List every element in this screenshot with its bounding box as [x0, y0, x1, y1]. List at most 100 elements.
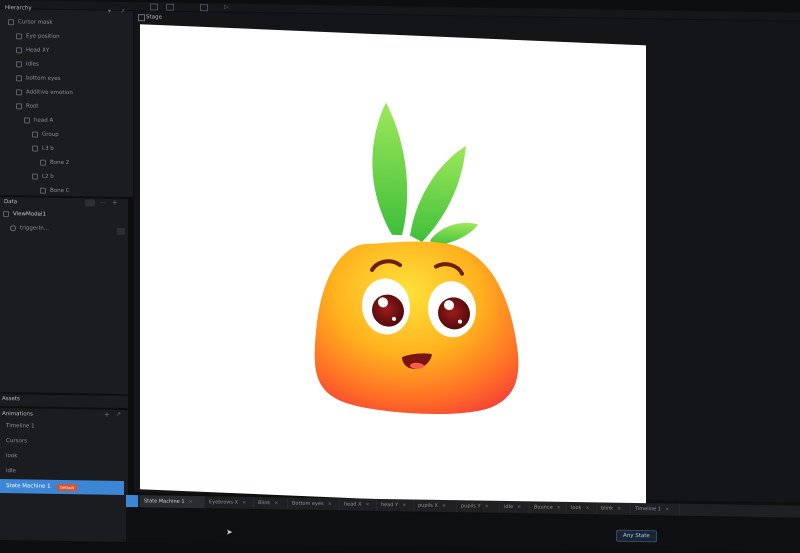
timeline-tab-label: head Y [381, 501, 399, 509]
pen-tool-icon[interactable] [166, 3, 174, 11]
character-artwork[interactable] [140, 24, 646, 510]
hierarchy-item-label: Eye position [26, 33, 60, 40]
animations-list: Timeline 1 Cursors look idle State Machine 1… [0, 419, 128, 511]
timeline-tab[interactable]: head X × [340, 498, 377, 511]
trigger-icon [10, 225, 16, 232]
animation-item-label: Cursors [6, 438, 27, 445]
body [314, 241, 519, 415]
close-icon[interactable]: × [585, 505, 589, 511]
hierarchy-item[interactable]: Group [32, 128, 59, 142]
expand-icon[interactable]: ↗ [120, 8, 125, 15]
property-label: triggerIn... [20, 225, 49, 232]
node-icon [40, 187, 46, 194]
timeline-tab-label: Timeline 1 [635, 505, 662, 513]
hierarchy-item[interactable]: Bone 2 [40, 156, 69, 170]
hierarchy-item[interactable]: Root [16, 99, 38, 113]
hierarchy-tree: Cursor mask Eye position Head XY Idles botto… [0, 15, 133, 197]
timeline-tab[interactable]: blink × [597, 502, 631, 515]
data-title: Data [4, 199, 18, 206]
hierarchy-item-label: Root [26, 103, 39, 110]
timeline-tab[interactable]: pupils Y × [457, 500, 500, 513]
close-icon[interactable]: × [617, 506, 621, 512]
assets-panel: Assets [0, 394, 128, 409]
property-value-box[interactable] [117, 227, 125, 235]
close-icon[interactable]: × [485, 504, 489, 510]
timeline-tab[interactable]: Eyebrows X × [205, 496, 254, 509]
viewmodel-label: ViewModel1 [13, 211, 47, 218]
timeline-tab-label: pupils X [418, 502, 438, 509]
collapse-icon[interactable]: ▾ [108, 8, 111, 15]
hierarchy-item[interactable]: Cursor mask [8, 15, 53, 30]
close-icon[interactable]: × [328, 501, 332, 507]
timeline-tab[interactable]: head Y × [377, 498, 414, 512]
any-state-node[interactable]: Any State [616, 529, 657, 543]
close-icon[interactable]: × [517, 504, 521, 510]
timeline-tab-label: Eyebrows X [209, 499, 239, 506]
node-icon [16, 89, 22, 96]
close-icon[interactable]: × [402, 502, 406, 508]
timeline-tab[interactable]: pupils X × [414, 499, 457, 513]
timeline-mode-icon[interactable] [126, 494, 138, 508]
data-options-icon[interactable]: ⋯ [100, 200, 106, 207]
timeline-tab[interactable]: State Machine 1 × [140, 495, 205, 509]
hierarchy-item-label: bottom eyes [26, 75, 61, 82]
timeline-tab-label: Bounce [534, 504, 553, 511]
hierarchy-item-label: Group [42, 131, 59, 138]
timeline-tab-label: pupils Y [461, 503, 481, 510]
hierarchy-item[interactable]: Additive emotion [16, 85, 73, 100]
timeline-tab-label: head X [344, 501, 362, 508]
shape-tool-icon[interactable] [200, 4, 208, 12]
hierarchy-item[interactable]: bottom eyes [16, 71, 61, 86]
close-icon[interactable]: × [242, 500, 246, 506]
hierarchy-item[interactable]: Head XY [16, 43, 49, 58]
play-icon[interactable]: ▷ [224, 4, 229, 11]
mouse-cursor-icon: ➤ [226, 527, 233, 537]
viewmodel-row[interactable]: ViewModel1 [3, 207, 46, 222]
node-icon [24, 117, 30, 124]
hierarchy-item-label: head A [34, 117, 54, 124]
timeline-tab[interactable]: idle × [500, 500, 530, 514]
timeline-tab[interactable]: Timeline 1 × [631, 502, 680, 516]
animation-item-label: Timeline 1 [6, 423, 35, 430]
data-panel: Data ⋯ + ViewModel1 triggerIn... [0, 197, 128, 395]
data-tab-button[interactable] [85, 199, 95, 207]
timeline-tab[interactable]: look × [567, 501, 597, 515]
hierarchy-item[interactable]: Eye position [16, 29, 60, 44]
data-add-icon[interactable]: + [112, 199, 118, 207]
animation-item-label: look [6, 453, 18, 460]
hierarchy-item[interactable]: head A [24, 113, 53, 127]
select-tool-icon[interactable] [150, 3, 158, 11]
artboard[interactable] [140, 24, 646, 511]
close-icon[interactable]: × [665, 506, 669, 512]
animations-title: Animations [2, 411, 33, 418]
close-icon[interactable]: × [557, 505, 561, 511]
timeline-tab-label: Bottom eyes [292, 500, 324, 508]
timeline-tab[interactable]: Bottom eyes × [288, 497, 340, 511]
stage-title: Stage [146, 14, 162, 21]
animation-item[interactable]: Timeline 1 [0, 419, 124, 435]
assets-title: Assets [2, 396, 20, 403]
leaf-left [372, 102, 408, 236]
animation-item[interactable]: look [0, 449, 124, 465]
node-icon [16, 47, 22, 54]
property-row[interactable]: triggerIn... [10, 221, 49, 236]
stage-panel: Stage [134, 11, 800, 511]
timeline-tab[interactable]: Blink × [254, 496, 288, 510]
node-icon [16, 61, 22, 68]
close-icon[interactable]: × [189, 499, 193, 505]
animations-add-icon[interactable]: + [104, 411, 110, 419]
timeline-tab-label: idle [504, 503, 514, 511]
animation-item[interactable]: Cursors [0, 434, 124, 450]
animation-item[interactable]: idle [0, 464, 124, 480]
close-icon[interactable]: × [442, 503, 446, 509]
animations-expand-icon[interactable]: ↗ [116, 411, 121, 418]
close-icon[interactable]: × [274, 500, 278, 506]
hierarchy-item[interactable]: L2 b [32, 170, 54, 184]
animation-item[interactable]: State Machine 1 Default [0, 479, 124, 495]
hierarchy-item[interactable]: Bone C [40, 184, 70, 198]
node-icon [8, 19, 14, 26]
close-icon[interactable]: × [366, 502, 370, 508]
hierarchy-item[interactable]: Idles [16, 57, 39, 71]
hierarchy-item[interactable]: L3 b [32, 142, 54, 156]
timeline-tab[interactable]: Bounce × [530, 501, 567, 514]
